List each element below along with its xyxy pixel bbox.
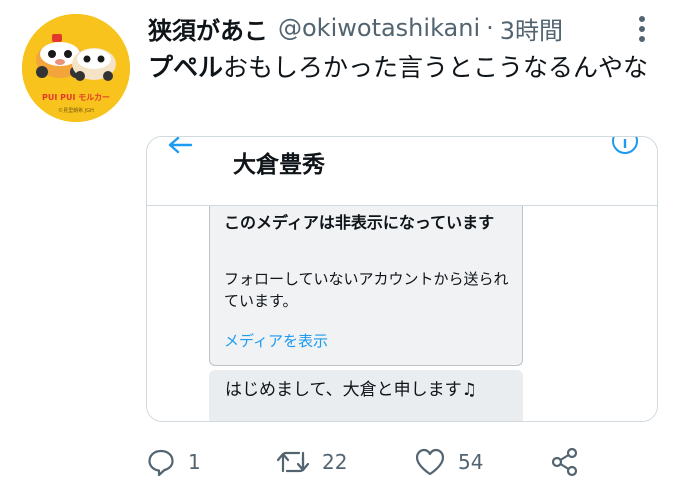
- avatar[interactable]: PUI PUI モルカー ©見里朝希 JGH: [22, 14, 130, 122]
- tweet-text: プペルおもしろかった言うとこうなるんやな: [148, 50, 668, 85]
- message-bubble: はじめまして、大倉と申します♫: [209, 370, 523, 421]
- avatar-logo-text: PUI PUI モルカー: [42, 93, 110, 102]
- dm-header: 大倉豊秀: [147, 137, 657, 206]
- retweet-button[interactable]: 22: [276, 444, 347, 480]
- avatar-copyright: ©見里朝希 JGH: [58, 107, 94, 114]
- tweet-header: 狭須があこ @okiwotashikani · 3時間: [148, 8, 658, 48]
- hidden-media-description: フォローしていないアカウントから送られています。: [224, 270, 509, 310]
- retweet-count: 22: [322, 450, 348, 474]
- tweet-text-body: おもしろかった言うとこうなるんやな: [223, 53, 649, 82]
- show-media-link[interactable]: メディアを表示: [224, 330, 328, 351]
- share-icon: [551, 447, 578, 477]
- more-options-icon[interactable]: [628, 14, 656, 48]
- reply-button[interactable]: 1: [146, 444, 201, 480]
- back-arrow-icon: [168, 137, 193, 154]
- author-handle[interactable]: @okiwotashikani: [278, 14, 480, 42]
- tweet-actions: 1 22 54: [146, 444, 646, 480]
- reply-count: 1: [188, 450, 201, 474]
- tweet-text-highlight: プペル: [148, 53, 224, 82]
- quoted-media-card[interactable]: 大倉豊秀 このメディアは非表示になっています フォローしていないアカウントから送…: [146, 136, 658, 422]
- like-count: 54: [458, 450, 484, 474]
- dm-conversation-title: 大倉豊秀: [233, 152, 325, 178]
- header-separator: ·: [486, 14, 494, 42]
- like-button[interactable]: 54: [414, 444, 483, 480]
- tweet-timestamp[interactable]: 3時間: [500, 11, 563, 46]
- reply-icon: [148, 449, 174, 477]
- dm-message-area: このメディアは非表示になっています フォローしていないアカウントから送られていま…: [147, 206, 657, 421]
- avatar-image: PUI PUI モルカー ©見里朝希 JGH: [22, 14, 130, 122]
- author-name[interactable]: 狭須があこ: [148, 11, 268, 46]
- hidden-media-title: このメディアは非表示になっています: [224, 213, 495, 232]
- heart-icon: [415, 448, 445, 476]
- message-text: はじめまして、大倉と申します♫: [225, 380, 477, 400]
- info-icon: [612, 137, 638, 154]
- share-button[interactable]: [550, 444, 580, 480]
- hidden-media-notice: このメディアは非表示になっています フォローしていないアカウントから送られていま…: [209, 206, 523, 366]
- retweet-icon: [276, 451, 310, 473]
